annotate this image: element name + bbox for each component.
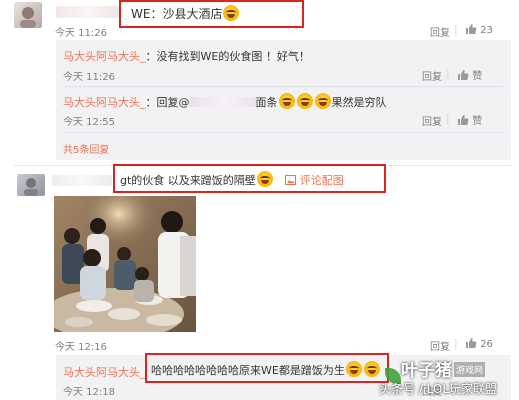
reply-divider: [63, 86, 503, 87]
like-button[interactable]: 赞: [457, 67, 482, 82]
separator: |: [454, 23, 458, 36]
reply-username[interactable]: 马大头阿马大头_: [63, 50, 146, 63]
reply-item: 马大头阿马大头_：回复@ 面条 果然是穷队: [63, 93, 503, 110]
reply-divider: [63, 132, 503, 133]
thumbs-up-icon: [466, 338, 477, 348]
laugh-emoji-icon: [296, 93, 313, 109]
thumbs-up-icon: [458, 70, 469, 80]
reply-time: 今天 12:55: [63, 117, 115, 128]
reply-username[interactable]: 马大头阿马大头_: [63, 96, 146, 109]
laugh-emoji-icon: [278, 93, 295, 109]
like-button[interactable]: 26: [465, 337, 493, 350]
laugh-emoji-icon: [314, 93, 331, 109]
reply-button[interactable]: 回复: [422, 113, 442, 128]
username-blurred[interactable]: [52, 175, 112, 186]
reply-list: 马大头阿马大头_：没有找到WE的伙食图 ！好气！ 今天 11:26 回复 | 赞…: [56, 40, 511, 160]
separator: |: [454, 337, 458, 350]
avatar[interactable]: [17, 174, 45, 196]
comment-time: 今天 12:16: [55, 342, 107, 353]
avatar[interactable]: [14, 2, 42, 28]
watermark-logo: 叶子猪 游戏网 头条号 / LOL玩家联盟: [379, 356, 519, 400]
highlight-box: [145, 353, 389, 383]
thumbs-up-icon: [458, 115, 469, 125]
mention-blurred[interactable]: [189, 97, 256, 107]
reply-item: 马大头阿马大头_: [63, 364, 146, 380]
watermark-brand-sub: 游戏网: [454, 362, 486, 377]
like-button[interactable]: 23: [465, 23, 493, 36]
like-button[interactable]: 赞: [457, 112, 482, 127]
separator: |: [446, 67, 450, 80]
reply-time: 今天 12:18: [63, 387, 115, 398]
reply-button[interactable]: 回复: [430, 338, 450, 353]
reply-username[interactable]: 马大头阿马大头_: [63, 366, 146, 379]
more-replies-link[interactable]: 共5条回复: [63, 141, 109, 156]
username-blurred[interactable]: [56, 6, 120, 18]
highlight-box: [113, 164, 386, 193]
reply-button[interactable]: 回复: [430, 24, 450, 39]
reply-time: 今天 11:26: [63, 72, 115, 83]
watermark-line2: 头条号 / LOL玩家联盟: [379, 382, 498, 396]
reply-button[interactable]: 回复: [422, 68, 442, 83]
separator: |: [446, 112, 450, 125]
reply-item: 马大头阿马大头_：没有找到WE的伙食图 ！好气！: [63, 48, 503, 64]
comment-time: 今天 11:26: [55, 28, 107, 39]
watermark-brand: 叶子猪: [401, 361, 452, 381]
thumbs-up-icon: [466, 24, 477, 34]
reply-text: ：没有找到WE的伙食图 ！好气！: [145, 50, 310, 63]
highlight-box: [119, 0, 304, 28]
comment-photo[interactable]: [54, 196, 196, 332]
